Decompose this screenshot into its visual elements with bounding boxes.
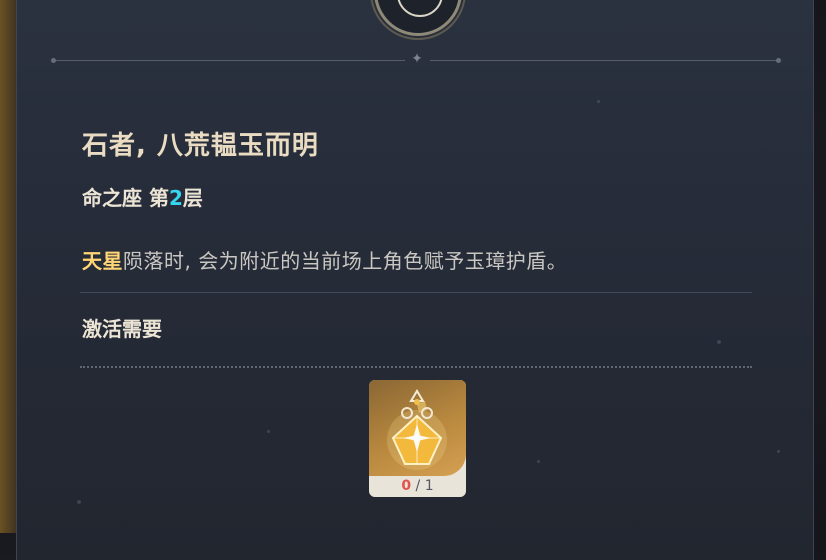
requirement-dotted-divider (80, 366, 752, 368)
sparkle (777, 450, 780, 453)
divider-end-dot (776, 58, 781, 63)
constellation-gem-icon (387, 389, 447, 470)
constellation-title: 石者, 八荒韫玉而明 (82, 131, 319, 161)
sparkle (267, 430, 270, 433)
sparkle (717, 340, 721, 344)
item-count-separator: / (411, 478, 425, 494)
emblem-ring (397, 0, 443, 17)
constellation-description: 天星陨落时, 会为附近的当前场上角色赋予玉璋护盾。 (82, 245, 567, 274)
header-divider-left (55, 60, 405, 61)
item-art (369, 380, 466, 476)
header-divider-right (430, 60, 780, 61)
divider-star-icon: ✦ (411, 51, 423, 67)
constellation-level: 命之座 第2层 (82, 182, 203, 211)
item-count: 0 / 1 (369, 476, 466, 497)
requirement-title: 激活需要 (82, 317, 162, 341)
level-suffix: 层 (182, 186, 203, 210)
item-count-have: 0 (401, 478, 412, 494)
description-keyword: 天星 (82, 249, 123, 273)
description-text: 陨落时, 会为附近的当前场上角色赋予玉璋护盾。 (123, 249, 568, 273)
divider-end-dot (51, 58, 56, 63)
required-item-card[interactable]: 0 / 1 (369, 380, 466, 497)
level-number: 2 (168, 186, 183, 210)
item-count-need: 1 (424, 478, 434, 494)
level-prefix: 命之座 第 (82, 186, 169, 210)
sparkle (77, 500, 81, 504)
section-divider (80, 292, 752, 293)
sparkle (597, 100, 600, 103)
sparkle (537, 460, 540, 463)
